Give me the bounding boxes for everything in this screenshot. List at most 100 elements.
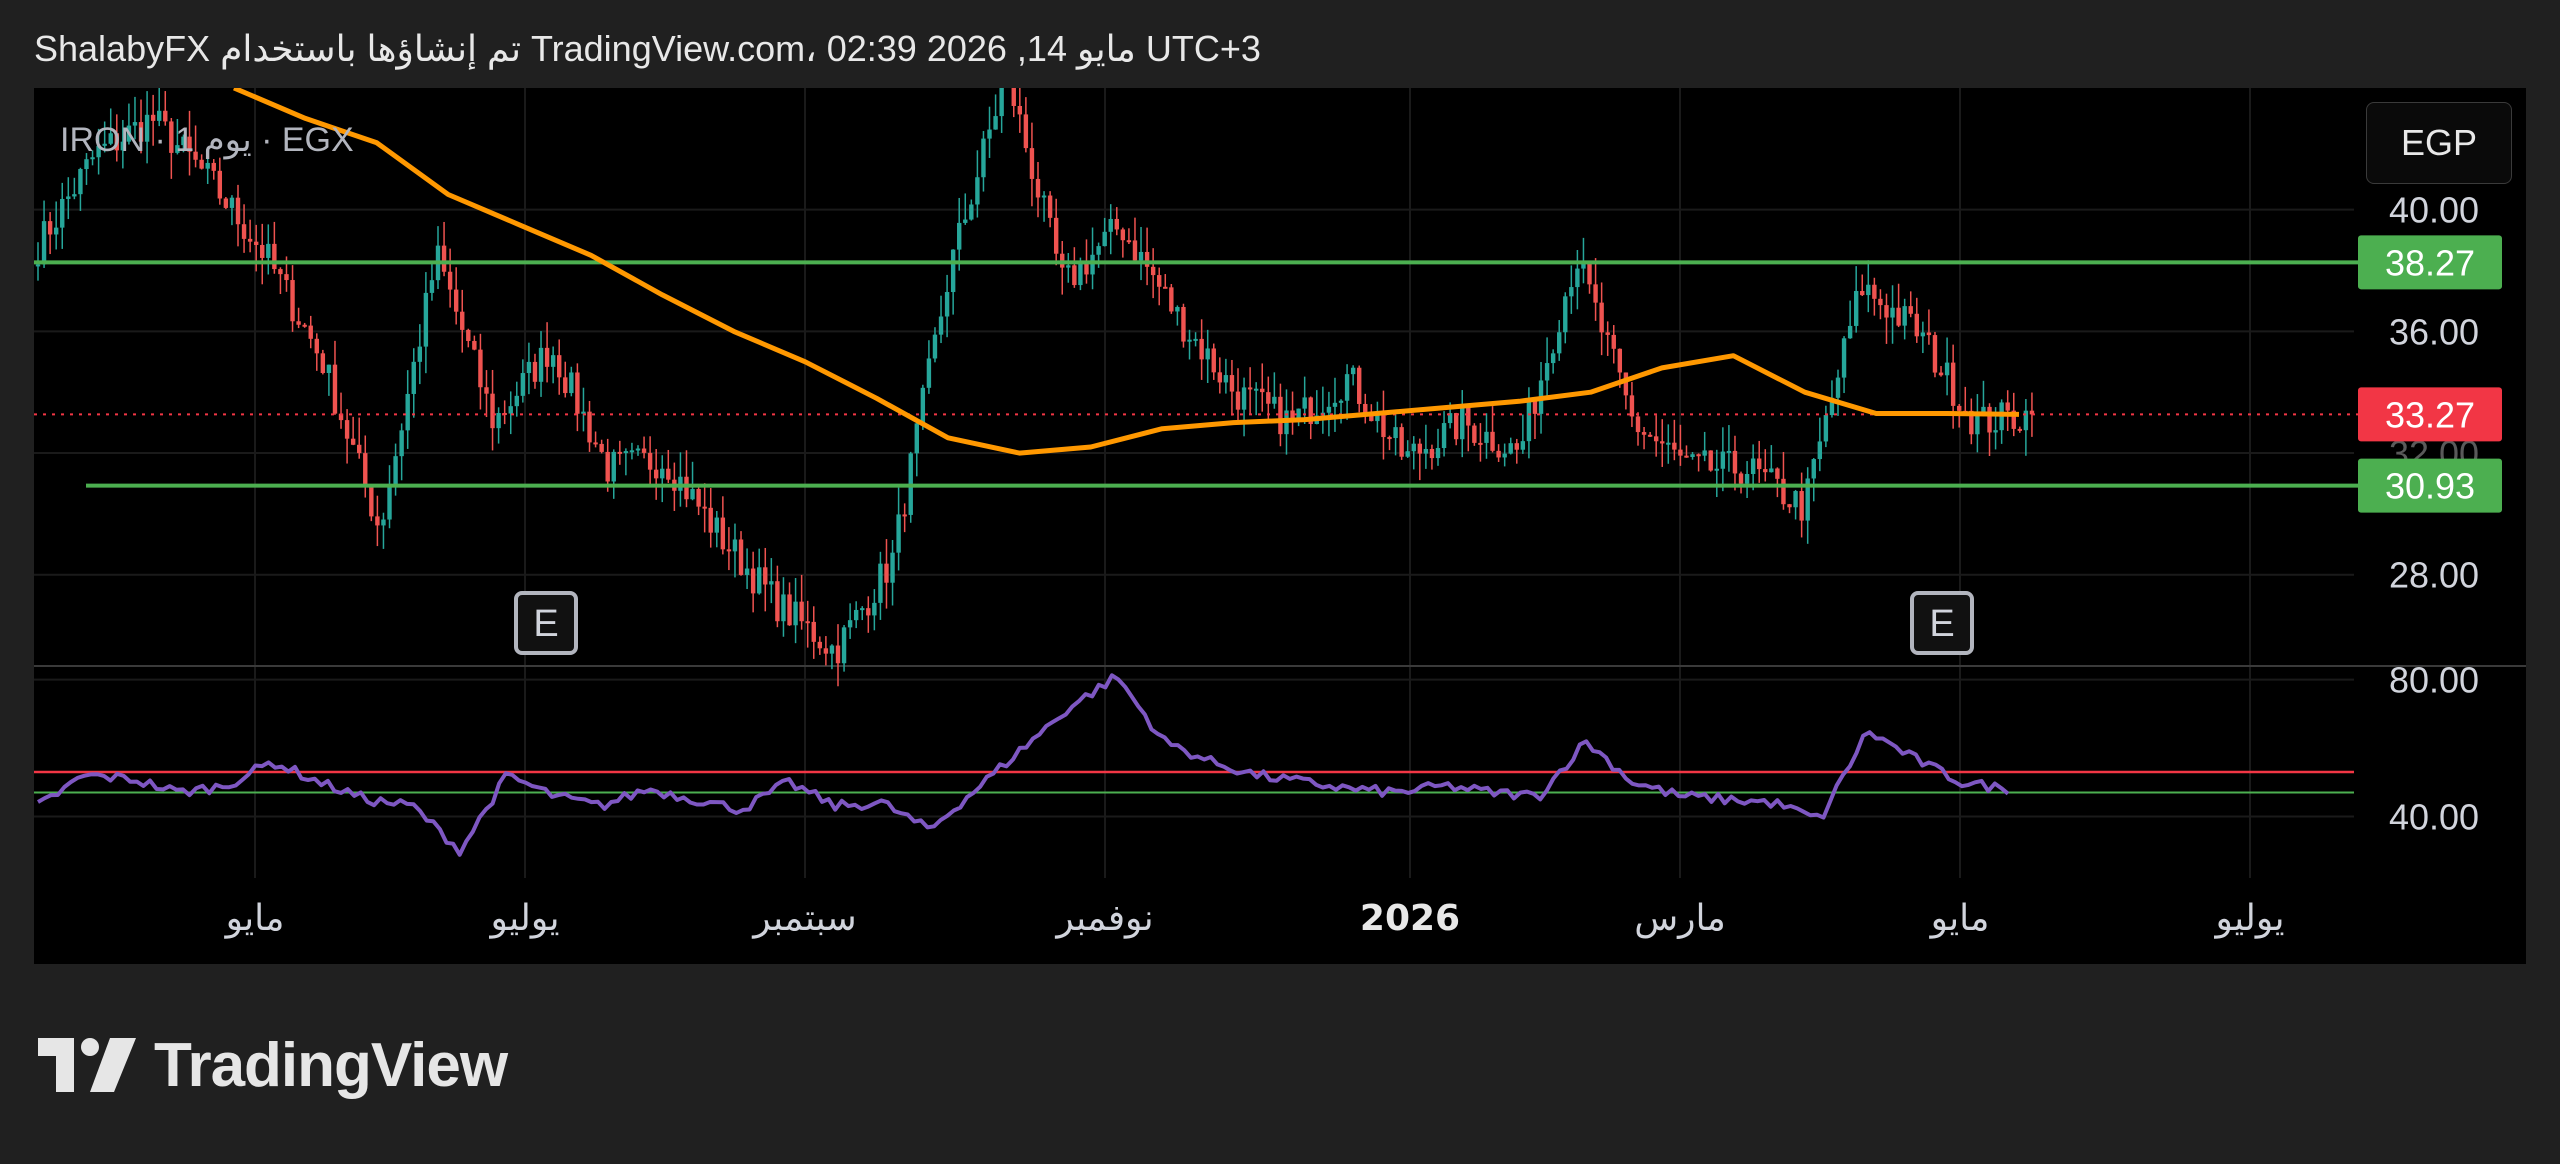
candle-body: [278, 269, 283, 275]
candle-body: [623, 451, 629, 454]
candle: [405, 370, 410, 449]
candle-body: [72, 194, 77, 197]
candle-body: [744, 568, 750, 575]
chart-area[interactable]: EE 40.00 36.00 28.00 32.00 80.00 40.00 38.27 33…: [34, 88, 2526, 964]
candle-body: [1205, 348, 1210, 360]
candle: [1338, 399, 1344, 424]
candle: [660, 455, 665, 503]
candle-body: [1799, 491, 1804, 521]
candle: [1393, 411, 1398, 456]
candle: [1029, 122, 1035, 207]
candle-body: [1847, 325, 1853, 339]
candle: [1150, 248, 1156, 299]
candle-body: [750, 568, 756, 594]
candle: [1193, 332, 1198, 347]
candle-body: [284, 274, 289, 281]
tradingview-logo[interactable]: TradingView: [38, 1030, 508, 1100]
candle: [1781, 451, 1786, 510]
candle-body: [1011, 88, 1016, 106]
candle: [611, 449, 616, 499]
candle-body: [429, 280, 435, 293]
candle: [847, 603, 853, 639]
candle-body: [1357, 367, 1362, 404]
candle-body: [1350, 367, 1356, 375]
candle: [1575, 250, 1580, 310]
candle-body: [987, 129, 992, 139]
candle: [1629, 381, 1635, 428]
candle-body: [472, 340, 477, 350]
time-axis-label: يوليو: [2213, 898, 2284, 939]
candle-body: [1563, 296, 1568, 333]
candle-body: [635, 448, 641, 451]
time-axis-label: مارس: [1634, 898, 1726, 939]
candle-body: [526, 361, 532, 374]
candle: [1775, 467, 1780, 498]
candle-body: [557, 355, 562, 378]
candle-body: [1272, 396, 1277, 404]
candle: [1181, 303, 1186, 348]
candle-body: [1884, 305, 1889, 318]
candle-body: [308, 325, 313, 339]
candle-body: [1338, 400, 1344, 403]
candle-body: [1660, 441, 1665, 444]
candle-body: [1132, 240, 1138, 261]
candle: [1841, 336, 1847, 394]
candle-body: [732, 539, 738, 552]
candle: [1332, 377, 1338, 432]
candle: [338, 392, 344, 429]
candle: [1017, 88, 1023, 133]
candle-body: [399, 430, 404, 457]
candle: [1890, 285, 1895, 344]
candle: [599, 439, 604, 454]
candle-body: [1781, 478, 1786, 505]
candle-body: [775, 581, 780, 622]
candle: [1599, 282, 1604, 356]
candle-body: [272, 243, 277, 270]
candle-body: [211, 162, 216, 171]
candle: [1557, 320, 1562, 361]
candle-body: [1532, 401, 1538, 414]
candle-body: [1393, 427, 1398, 439]
candle-body: [1411, 443, 1416, 452]
earnings-marker-1: E: [1910, 591, 1974, 655]
candle: [902, 503, 907, 533]
candle-body: [235, 197, 241, 225]
candle-body: [381, 519, 386, 526]
candle-body: [1575, 268, 1580, 288]
candle: [969, 199, 974, 221]
candle-body: [1550, 353, 1556, 364]
candle: [787, 582, 792, 626]
candle: [587, 400, 592, 452]
candle-body: [1860, 290, 1865, 296]
tradingview-logo-text: TradingView: [154, 1030, 508, 1100]
candle: [278, 267, 283, 295]
candle: [1738, 471, 1744, 494]
candle-body: [41, 221, 47, 265]
candle-body: [1926, 332, 1932, 336]
candles: [35, 88, 2035, 687]
candle-body: [35, 264, 41, 267]
candle: [496, 407, 501, 444]
candle-body: [2017, 428, 2023, 431]
candle-body: [1235, 391, 1241, 410]
candle: [1744, 461, 1750, 499]
candle: [1205, 329, 1210, 383]
candle: [1981, 380, 1986, 417]
candle-body: [617, 451, 623, 454]
candle: [472, 335, 477, 351]
chart-canvas[interactable]: EE 40.0036.0028.0032.0080.0040.0038.2733…: [34, 88, 2526, 964]
candle: [1157, 267, 1162, 306]
currency-button[interactable]: EGP: [2366, 102, 2512, 184]
candle: [1508, 437, 1513, 455]
symbol-label[interactable]: IRON · 1 يوم · EGX: [60, 120, 354, 160]
candle: [1175, 305, 1180, 326]
candle-body: [1326, 406, 1332, 413]
candle: [1375, 401, 1380, 433]
candle: [817, 636, 823, 655]
candle: [453, 267, 459, 325]
candle: [1550, 349, 1556, 374]
candle-body: [684, 476, 689, 500]
candle: [1090, 227, 1095, 290]
candle: [890, 540, 895, 606]
candle: [247, 219, 253, 253]
